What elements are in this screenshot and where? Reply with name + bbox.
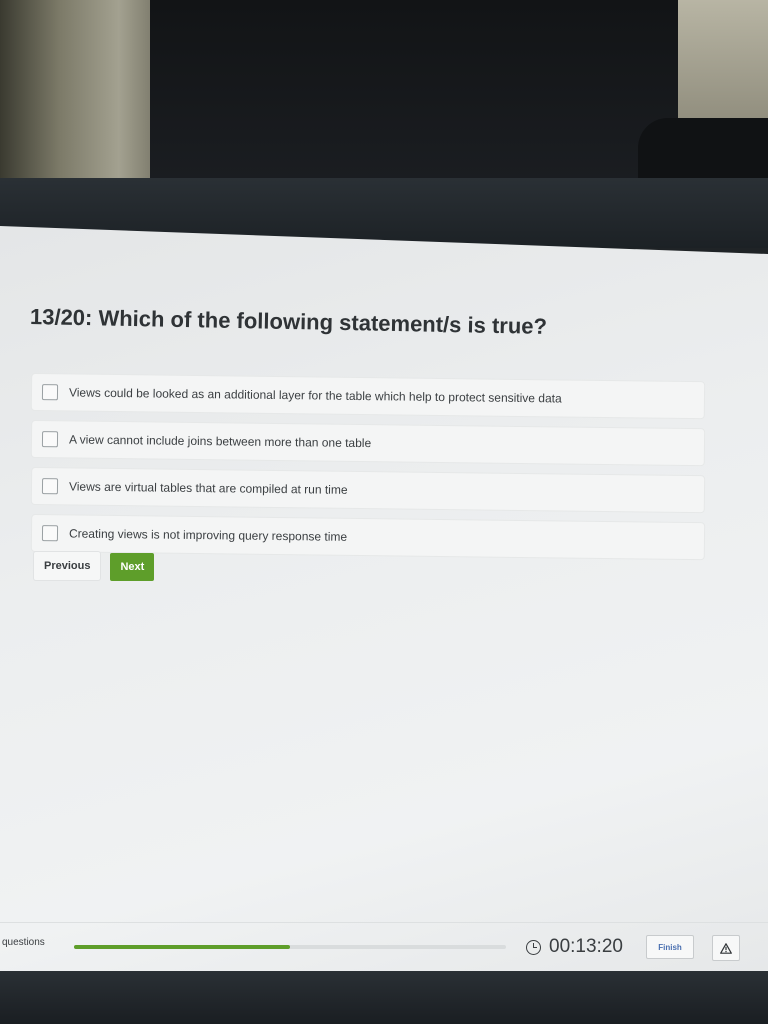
answer-option[interactable]: A view cannot include joins between more… bbox=[31, 421, 705, 466]
next-button[interactable]: Next bbox=[110, 553, 155, 581]
answer-option[interactable]: Views could be looked as an additional l… bbox=[31, 374, 705, 419]
progress-bar bbox=[74, 945, 506, 949]
checkbox-icon[interactable] bbox=[41, 525, 59, 542]
answer-option-label: A view cannot include joins between more… bbox=[68, 432, 372, 451]
quiz-footer: questions 00:13:20 Finish bbox=[0, 922, 768, 967]
timer-value: 00:13:20 bbox=[549, 936, 623, 957]
monitor-bezel-bottom bbox=[0, 968, 768, 1024]
warning-icon bbox=[720, 942, 732, 954]
checkbox-icon[interactable] bbox=[41, 384, 59, 401]
report-button[interactable] bbox=[712, 935, 740, 961]
questions-label: questions bbox=[2, 937, 45, 948]
checkbox-icon[interactable] bbox=[41, 478, 59, 495]
question-title: 13/20: Which of the following statement/… bbox=[29, 304, 548, 339]
answer-option-label: Creating views is not improving query re… bbox=[68, 526, 348, 544]
checkbox-icon[interactable] bbox=[41, 431, 59, 448]
background-wall-left bbox=[0, 0, 170, 185]
previous-button[interactable]: Previous bbox=[34, 552, 101, 580]
answer-option-label: Views could be looked as an additional l… bbox=[68, 385, 562, 406]
quiz-screen: 13/20: Which of the following statement/… bbox=[0, 226, 768, 971]
answer-options: Views could be looked as an additional l… bbox=[31, 374, 705, 562]
background-monitor-top bbox=[150, 0, 710, 195]
question-navigation: Previous Next bbox=[34, 552, 155, 581]
answer-option-label: Views are virtual tables that are compil… bbox=[68, 479, 348, 497]
clock-icon bbox=[526, 939, 541, 955]
answer-option[interactable]: Views are virtual tables that are compil… bbox=[31, 468, 705, 513]
finish-button[interactable]: Finish bbox=[646, 935, 694, 959]
progress-bar-fill bbox=[74, 945, 290, 949]
timer: 00:13:20 bbox=[526, 936, 623, 958]
